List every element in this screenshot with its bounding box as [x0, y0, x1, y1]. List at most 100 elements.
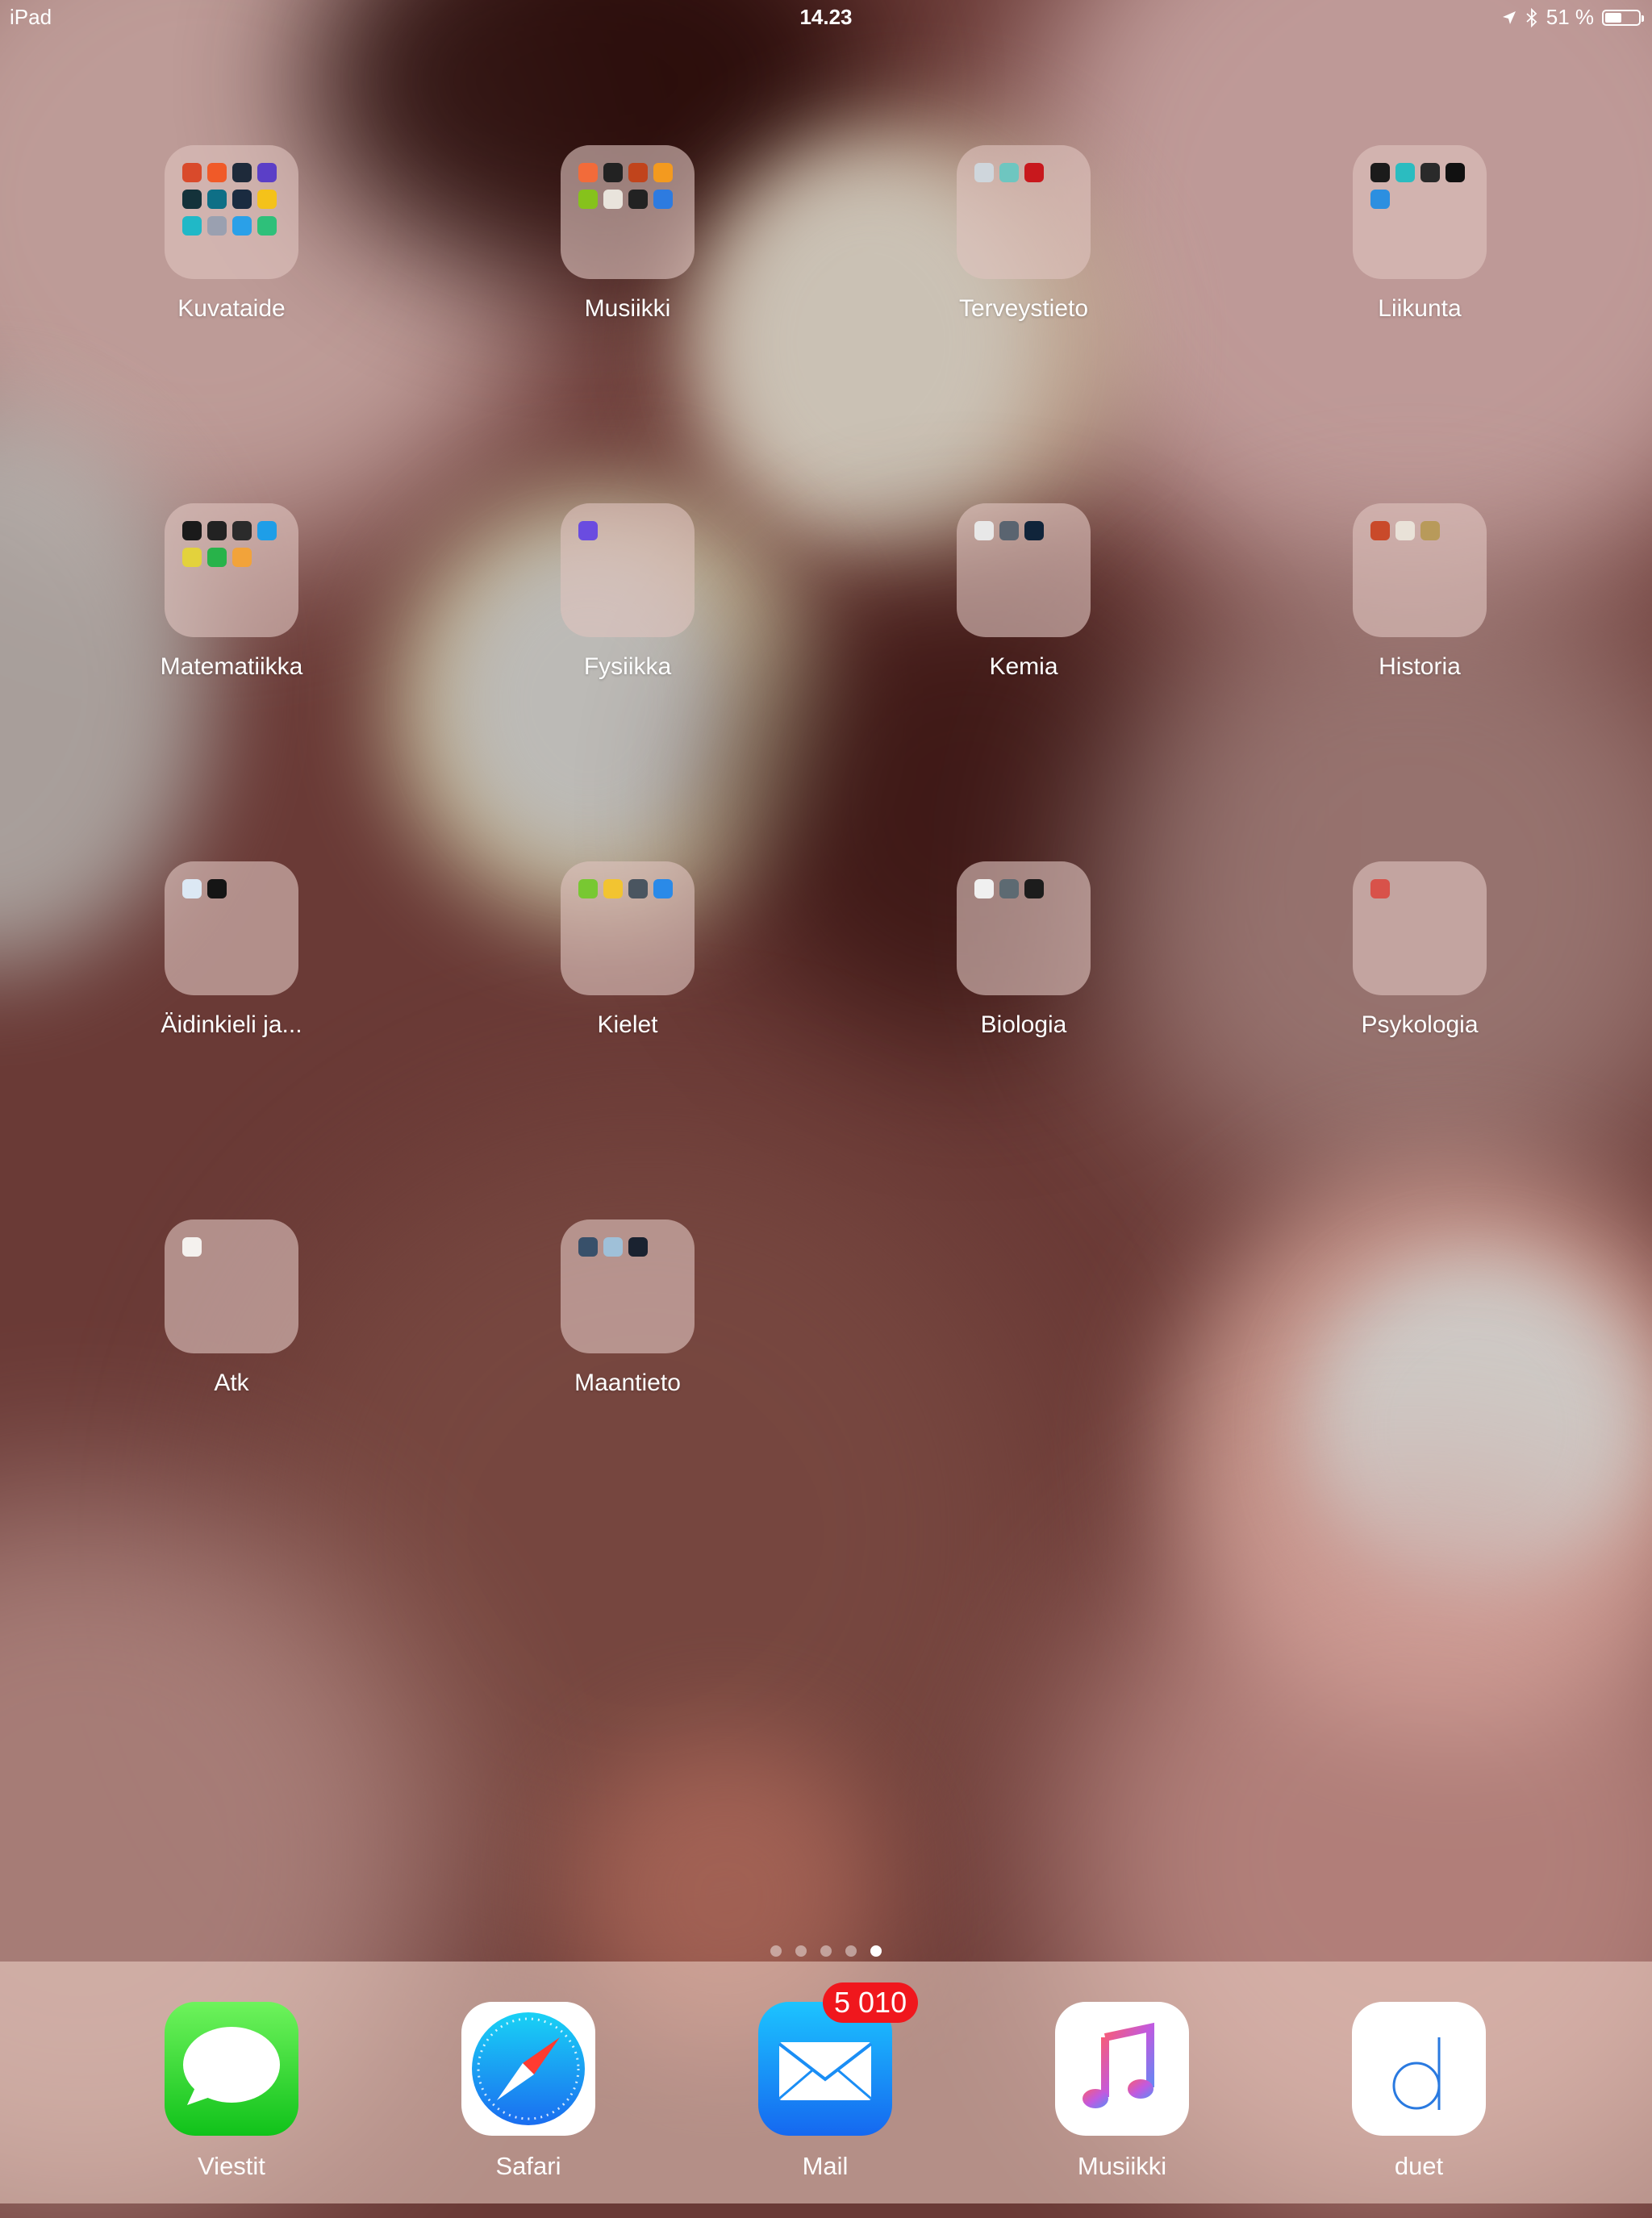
app-label: duet: [1394, 2152, 1444, 2180]
folder-kuvataide[interactable]: Kuvataide: [127, 145, 336, 323]
folder-atk[interactable]: Atk: [127, 1219, 336, 1397]
folder-liikunta[interactable]: Liikunta: [1315, 145, 1525, 323]
folder-icon[interactable]: [165, 1219, 298, 1353]
dock-app-duet[interactable]: duet: [1314, 2002, 1524, 2181]
app-thumbnail-icon: [578, 190, 598, 209]
app-thumbnail-icon: [207, 216, 227, 236]
app-thumbnail-icon: [603, 190, 623, 209]
folder-icon[interactable]: [165, 145, 298, 279]
app-thumbnail-icon: [257, 216, 277, 236]
app-thumbnail-icon: [182, 1237, 202, 1257]
page-indicator[interactable]: [0, 1945, 1652, 1957]
app-thumbnail-icon: [1024, 521, 1044, 540]
folder-terveystieto[interactable]: Terveystieto: [919, 145, 1128, 323]
page-dot[interactable]: [845, 1945, 857, 1957]
safari-icon[interactable]: [461, 2002, 595, 2136]
folder-icon[interactable]: [561, 145, 695, 279]
folder-icon[interactable]: [957, 145, 1091, 279]
app-label: Viestit: [198, 2152, 265, 2180]
page-dot[interactable]: [820, 1945, 832, 1957]
folder-icon[interactable]: [1353, 145, 1487, 279]
app-thumbnail-icon: [182, 548, 202, 567]
folder-biologia[interactable]: Biologia: [919, 861, 1128, 1039]
app-thumbnail-icon: [603, 163, 623, 182]
app-thumbnail-icon: [232, 216, 252, 236]
folder-label: Biologia: [980, 1011, 1067, 1038]
folder-icon[interactable]: [561, 1219, 695, 1353]
folder-fysiikka[interactable]: Fysiikka: [523, 503, 732, 681]
page-dot[interactable]: [770, 1945, 782, 1957]
folder-icon[interactable]: [165, 861, 298, 995]
app-thumbnail-icon: [182, 163, 202, 182]
mail-icon[interactable]: 5 010: [758, 1982, 919, 2136]
dock-app-mail[interactable]: 5 010 Mail: [720, 1982, 930, 2181]
app-thumbnail-icon: [182, 521, 202, 540]
music-icon[interactable]: [1055, 2002, 1189, 2136]
app-thumbnail-icon: [257, 163, 277, 182]
app-thumbnail-icon: [578, 521, 598, 540]
duet-icon[interactable]: [1352, 2002, 1486, 2136]
folder-icon[interactable]: [1353, 503, 1487, 637]
app-thumbnail-icon: [1024, 163, 1044, 182]
app-thumbnail-icon: [653, 163, 673, 182]
app-thumbnail-icon: [1370, 879, 1390, 898]
notification-badge: 5 010: [823, 1982, 919, 2023]
folder-icon[interactable]: [561, 503, 695, 637]
folder-äidinkieli-ja[interactable]: Äidinkieli ja...: [127, 861, 336, 1039]
folder-label: Äidinkieli ja...: [161, 1011, 302, 1038]
folder-label: Kuvataide: [177, 295, 286, 322]
page-dot[interactable]: [870, 1945, 882, 1957]
dock-app-safari[interactable]: Safari: [423, 2002, 633, 2181]
messages-icon[interactable]: [165, 2002, 298, 2136]
status-bar: iPad 14.23 51 %: [0, 0, 1652, 34]
app-thumbnail-icon: [999, 879, 1019, 898]
folder-kemia[interactable]: Kemia: [919, 503, 1128, 681]
folder-icon[interactable]: [957, 503, 1091, 637]
app-thumbnail-icon: [232, 190, 252, 209]
folder-icon[interactable]: [1353, 861, 1487, 995]
folder-label: Maantieto: [574, 1370, 681, 1396]
app-thumbnail-icon: [257, 190, 277, 209]
folder-label: Liikunta: [1378, 295, 1462, 322]
folder-kielet[interactable]: Kielet: [523, 861, 732, 1039]
folder-icon[interactable]: [957, 861, 1091, 995]
app-thumbnail-icon: [653, 190, 673, 209]
folder-label: Musiikki: [584, 295, 671, 322]
app-thumbnail-icon: [999, 163, 1019, 182]
app-thumbnail-icon: [1395, 521, 1415, 540]
folder-psykologia[interactable]: Psykologia: [1315, 861, 1525, 1039]
folder-matematiikka[interactable]: Matematiikka: [127, 503, 336, 681]
app-thumbnail-icon: [974, 879, 994, 898]
folder-icon[interactable]: [165, 503, 298, 637]
app-thumbnail-icon: [578, 879, 598, 898]
app-thumbnail-icon: [207, 879, 227, 898]
page-dot[interactable]: [795, 1945, 807, 1957]
folder-musiikki[interactable]: Musiikki: [523, 145, 732, 323]
clock: 14.23: [799, 5, 853, 29]
status-icons: 51 %: [1501, 5, 1644, 30]
app-thumbnail-icon: [628, 1237, 648, 1257]
battery-icon: [1602, 9, 1644, 26]
app-thumbnail-icon: [603, 1237, 623, 1257]
app-thumbnail-icon: [232, 548, 252, 567]
app-thumbnail-icon: [182, 879, 202, 898]
app-thumbnail-icon: [232, 521, 252, 540]
app-thumbnail-icon: [232, 163, 252, 182]
app-thumbnail-icon: [578, 163, 598, 182]
app-thumbnail-icon: [1420, 521, 1440, 540]
folder-icon[interactable]: [561, 861, 695, 995]
folder-label: Atk: [214, 1370, 249, 1396]
app-thumbnail-icon: [974, 521, 994, 540]
bluetooth-icon: [1526, 7, 1537, 27]
dock-app-viestit[interactable]: Viestit: [127, 2002, 336, 2181]
dock-app-musiikki[interactable]: Musiikki: [1017, 2002, 1227, 2181]
folder-maantieto[interactable]: Maantieto: [523, 1219, 732, 1397]
app-thumbnail-icon: [257, 521, 277, 540]
folder-label: Kielet: [597, 1011, 658, 1038]
app-thumbnail-icon: [999, 521, 1019, 540]
app-thumbnail-icon: [578, 1237, 598, 1257]
location-icon: [1502, 10, 1516, 24]
folder-historia[interactable]: Historia: [1315, 503, 1525, 681]
app-thumbnail-icon: [1395, 163, 1415, 182]
app-thumbnail-icon: [207, 548, 227, 567]
